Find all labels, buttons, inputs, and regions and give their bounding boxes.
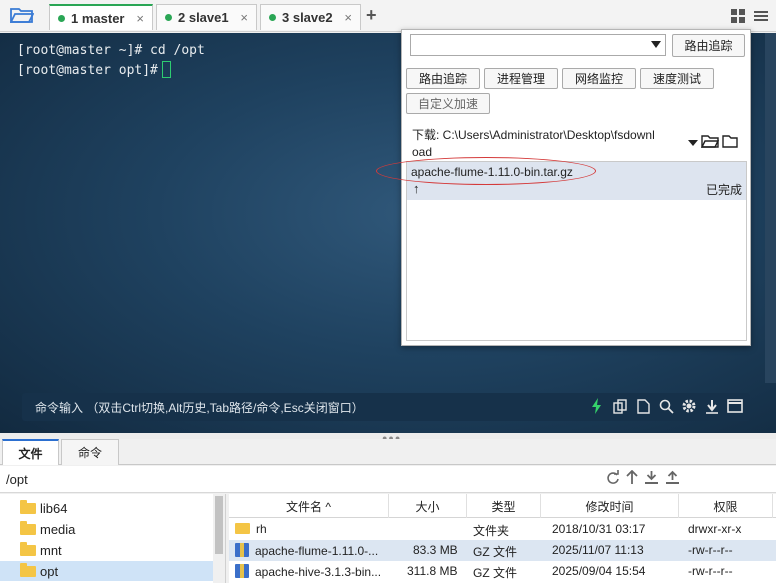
search-icon[interactable]: [657, 397, 675, 415]
column-header-size[interactable]: 大小: [389, 494, 467, 518]
file-name: apache-flume-1.11.0-...: [255, 544, 379, 558]
folder-icon: [20, 499, 36, 514]
route-trace-button[interactable]: 路由追踪: [406, 68, 480, 89]
file-table-header: 文件名 ^ 大小 类型 修改时间 权限: [229, 494, 776, 518]
download-list: apache-flume-1.11.0-bin.tar.gz ↑ 已完成: [406, 161, 747, 341]
file-size: 311.8 MB: [407, 564, 458, 578]
file-modified: 2025/11/07 11:13: [552, 543, 644, 557]
folder-icon: [235, 523, 250, 534]
close-icon[interactable]: ×: [136, 11, 144, 26]
scrollbar-thumb[interactable]: [215, 496, 223, 554]
status-dot: [58, 14, 65, 22]
window-icon[interactable]: [726, 397, 744, 415]
highlight-ellipse: [376, 157, 596, 185]
terminal-cursor: [161, 61, 171, 78]
tools-popup-panel: 路由追踪 路由追踪 进程管理 网络监控 速度测试 自定义加速 下载: C:\Us…: [401, 29, 751, 346]
file-name: apache-hive-3.1.3-bin...: [255, 565, 382, 579]
column-header-modified[interactable]: 修改时间: [541, 494, 679, 518]
chevron-down-icon: [651, 41, 661, 48]
file-table: 文件名 ^ 大小 类型 修改时间 权限 rh 文件夹 2018/10/31 03…: [229, 494, 776, 583]
file-icon[interactable]: [634, 397, 652, 415]
path-input[interactable]: /opt: [6, 472, 28, 487]
process-manager-button[interactable]: 进程管理: [484, 68, 558, 89]
tree-item-label: lib64: [40, 500, 68, 516]
column-header-type[interactable]: 类型: [467, 494, 541, 518]
download-status: 已完成: [705, 183, 742, 197]
table-row[interactable]: rh 文件夹 2018/10/31 03:17 drwxr-xr-x: [229, 519, 776, 540]
command-input-hint: 命令输入 （双击Ctrl切换,Alt历史,Tab路径/命令,Esc关闭窗口）: [35, 400, 364, 415]
table-row[interactable]: apache-hive-3.1.3-bin... 311.8 MB GZ 文件 …: [229, 561, 776, 582]
tree-scrollbar[interactable]: [213, 494, 225, 583]
tab-files[interactable]: 文件: [2, 439, 59, 465]
download-path-label: 下载: C:\Users\Administrator\Desktop\fsdow…: [412, 128, 655, 159]
close-icon[interactable]: ×: [240, 10, 248, 25]
upload-arrow-icon: ↑: [413, 181, 420, 196]
terminal-line: [root@master ~]# cd /opt: [17, 43, 205, 58]
add-tab-button[interactable]: +: [366, 5, 377, 26]
file-permissions: drwxr-xr-x: [688, 522, 742, 536]
tree-item-label: media: [40, 521, 76, 537]
tree-item-label: mnt: [40, 542, 62, 558]
up-arrow-icon[interactable]: [626, 469, 638, 488]
tab-label: 1 master: [71, 10, 125, 26]
file-type: GZ 文件: [473, 566, 517, 580]
tab-label: 3 slave2: [282, 10, 333, 25]
download-icon[interactable]: [703, 397, 721, 415]
tab-slave1[interactable]: 2 slave1 ×: [156, 4, 257, 30]
file-size: 83.3 MB: [413, 543, 458, 557]
archive-icon: [235, 543, 249, 557]
folder-icon[interactable]: [722, 134, 738, 151]
host-select[interactable]: [410, 34, 666, 56]
session-tab-bar: 1 master × 2 slave1 × 3 slave2 × +: [0, 0, 776, 32]
tree-item-opt[interactable]: opt: [0, 561, 213, 581]
terminal-line: [root@master opt]#: [17, 63, 158, 78]
download-icon[interactable]: [644, 470, 659, 488]
directory-tree: lib64 media mnt opt: [0, 494, 226, 583]
refresh-icon[interactable]: [605, 470, 620, 488]
command-input-bar[interactable]: 命令输入 （双击Ctrl切换,Alt历史,Tab路径/命令,Esc关闭窗口）: [22, 393, 750, 421]
tab-commands[interactable]: 命令: [61, 439, 119, 465]
folder-icon: [20, 562, 36, 577]
upload-icon[interactable]: [665, 470, 680, 488]
file-type: 文件夹: [473, 524, 510, 538]
file-permissions: -rw-r--r--: [688, 543, 733, 557]
copy-icon[interactable]: [611, 397, 629, 415]
gear-icon[interactable]: [680, 397, 698, 415]
route-trace-top-button[interactable]: 路由追踪: [672, 34, 745, 57]
open-folder-icon[interactable]: [9, 6, 38, 26]
file-permissions: -rw-r--r--: [688, 564, 733, 578]
tree-item-lib64[interactable]: lib64: [20, 498, 67, 518]
network-monitor-button[interactable]: 网络监控: [562, 68, 636, 89]
bottom-tab-bar: 文件 命令: [0, 439, 776, 465]
layout-grid-icon[interactable]: [731, 9, 745, 23]
folder-icon: [20, 541, 36, 556]
speed-test-button[interactable]: 速度测试: [640, 68, 714, 89]
terminal-scrollbar[interactable]: [765, 33, 776, 383]
file-type: GZ 文件: [473, 545, 517, 559]
file-modified: 2025/09/04 15:54: [552, 564, 646, 578]
column-header-name[interactable]: 文件名 ^: [229, 494, 389, 518]
file-name: rh: [256, 522, 267, 536]
archive-icon: [235, 564, 249, 578]
file-modified: 2018/10/31 03:17: [552, 522, 646, 536]
open-folder-icon[interactable]: [700, 134, 720, 151]
tree-item-label: opt: [40, 563, 59, 579]
custom-acceleration-button[interactable]: 自定义加速: [406, 93, 490, 114]
menu-icon[interactable]: [754, 9, 768, 23]
folder-icon: [20, 520, 36, 535]
chevron-down-icon[interactable]: [688, 136, 698, 150]
tree-item-media[interactable]: media: [20, 519, 75, 539]
column-header-permissions[interactable]: 权限: [679, 494, 773, 518]
status-dot: [269, 14, 276, 21]
tab-label: 2 slave1: [178, 10, 229, 25]
close-icon[interactable]: ×: [344, 10, 352, 25]
tree-item-mnt[interactable]: mnt: [20, 540, 62, 560]
status-dot: [165, 14, 172, 21]
tab-slave2[interactable]: 3 slave2 ×: [260, 4, 361, 30]
path-bar: /opt: [0, 466, 776, 493]
tab-master[interactable]: 1 master ×: [49, 4, 153, 30]
terminal-line-prompt: [root@master opt]#: [17, 61, 171, 78]
table-row[interactable]: apache-flume-1.11.0-... 83.3 MB GZ 文件 20…: [229, 540, 776, 561]
bolt-icon[interactable]: [588, 397, 606, 415]
